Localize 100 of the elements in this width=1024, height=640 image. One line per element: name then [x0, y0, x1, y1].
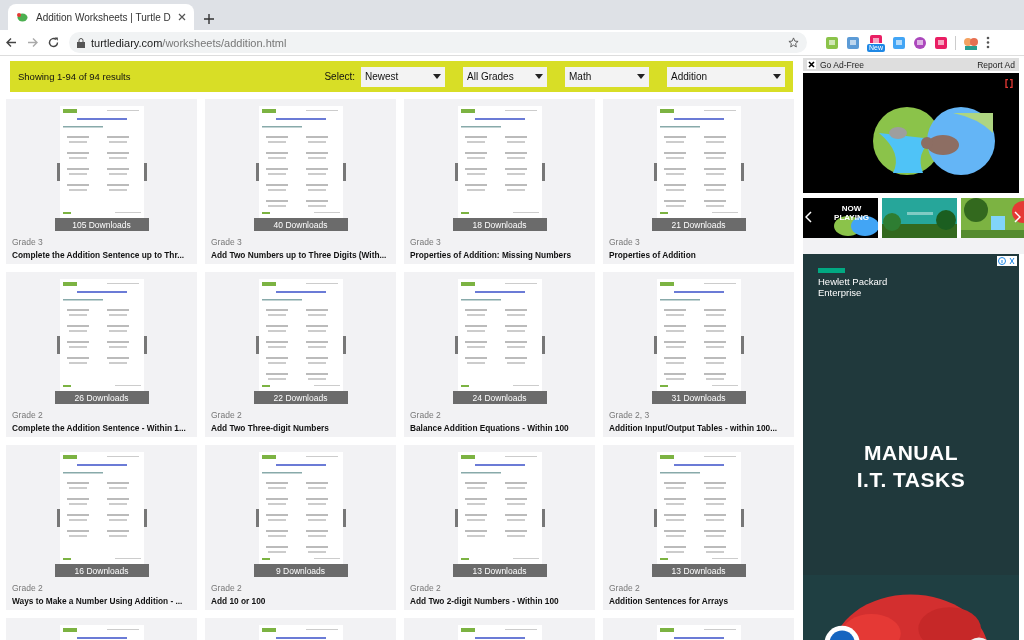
grade-label: Grade 2: [12, 583, 44, 593]
extension-icon[interactable]: [892, 35, 906, 50]
menu-icon[interactable]: [986, 36, 990, 49]
worksheet-thumbnail[interactable]: [653, 279, 744, 391]
new-tab-icon[interactable]: [204, 14, 214, 24]
grade-label: Grade 2: [410, 410, 442, 420]
grade-label: Grade 2, 3: [609, 410, 651, 420]
downloads-count: 105 Downloads: [54, 218, 149, 231]
worksheet-title[interactable]: Add 10 or 100: [211, 596, 390, 606]
worksheet-title[interactable]: Balance Addition Equations - Within 100: [410, 423, 589, 433]
worksheet-card[interactable]: 26 Downloads Grade 2 Complete the Addition Sentence - Within 1...: [6, 272, 197, 437]
worksheet-card[interactable]: 40 Downloads Grade 3 Add Two Numbers up to Three Digits (With...: [205, 99, 396, 264]
worksheet-card[interactable]: 21 Downloads Grade 3 Properties of Addition: [603, 99, 794, 264]
worksheet-title[interactable]: Properties of Addition: [609, 250, 788, 260]
grade-label: Grade 2: [609, 583, 641, 593]
worksheet-thumbnail[interactable]: [255, 279, 346, 391]
worksheet-title[interactable]: Properties of Addition: Missing Numbers: [410, 250, 589, 260]
close-icon[interactable]: [178, 13, 186, 21]
worksheet-card[interactable]: 105 Downloads Grade 3 Complete the Addition Sentence up to Thr...: [6, 99, 197, 264]
extension-icon[interactable]: [963, 35, 979, 50]
go-ad-free-link[interactable]: Go Ad-Free: [820, 59, 864, 70]
worksheet-thumbnail[interactable]: [56, 106, 147, 218]
worksheet-thumbnail[interactable]: [56, 452, 147, 564]
filter-dropdown[interactable]: All Grades: [463, 66, 547, 87]
extension-icon[interactable]: [846, 35, 860, 50]
brand-name: Enterprise: [818, 287, 863, 299]
grade-label: Grade 3: [211, 237, 243, 247]
caret-icon: [773, 74, 781, 79]
downloads-count: 13 Downloads: [452, 564, 547, 577]
tab-title: Addition Worksheets | Turtle D: [36, 11, 171, 23]
extension-icon[interactable]: [869, 33, 883, 43]
worksheet-card[interactable]: 31 Downloads Grade 2, 3 Addition Input/Output Tables - within 100...: [603, 272, 794, 437]
address-bar[interactable]: turtlediary.com/worksheets/addition.html: [69, 32, 807, 53]
caret-icon: [535, 74, 543, 79]
downloads-count: 21 Downloads: [651, 218, 746, 231]
ad-headline: I.T. TASKS: [855, 467, 967, 494]
extension-icon[interactable]: [913, 35, 927, 50]
worksheet-title[interactable]: Add Two Numbers up to Three Digits (With...: [211, 250, 390, 260]
downloads-count: 31 Downloads: [651, 391, 746, 404]
brand-name: Hewlett Packard: [818, 277, 889, 288]
select-label: Select:: [324, 71, 355, 82]
downloads-count: 18 Downloads: [452, 218, 547, 231]
results-count: Showing 1-94 of 94 results: [18, 71, 131, 82]
worksheet-thumbnail[interactable]: [255, 106, 346, 218]
worksheet-thumbnail[interactable]: [653, 106, 744, 218]
fullscreen-icon[interactable]: [1005, 79, 1013, 88]
info-icon[interactable]: [997, 256, 1017, 266]
worksheet-card[interactable]: 13 Downloads Grade 2 Add Two 2-digit Numbers - Within 100: [404, 445, 595, 610]
worksheet-card[interactable]: 24 Downloads Grade 2 Balance Addition Equations - Within 100: [404, 272, 595, 437]
caret-icon: [433, 74, 441, 79]
downloads-count: 9 Downloads: [253, 564, 348, 577]
worksheet-thumbnail[interactable]: [454, 106, 545, 218]
filter-dropdown[interactable]: Addition: [667, 66, 785, 87]
worksheet-card[interactable]: 18 Downloads Grade 3 Properties of Addition: Missing Numbers: [404, 99, 595, 264]
ad-headline: MANUAL: [863, 439, 959, 466]
downloads-count: 40 Downloads: [253, 218, 348, 231]
star-icon[interactable]: [788, 37, 799, 48]
downloads-count: 24 Downloads: [452, 391, 547, 404]
grade-label: Grade 2: [12, 410, 44, 420]
grade-label: Grade 3: [609, 237, 641, 247]
extension-icon[interactable]: [934, 35, 948, 50]
logo-bar-icon: [818, 268, 845, 273]
worksheet-card[interactable]: 16 Downloads Grade 2 Ways to Make a Number Using Addition - ...: [6, 445, 197, 610]
downloads-count: 16 Downloads: [54, 564, 149, 577]
worksheet-card[interactable]: 22 Downloads Grade 2 Add Two Three-digit Numbers: [205, 272, 396, 437]
worksheet-title[interactable]: Complete the Addition Sentence up to Thr...: [12, 250, 191, 260]
grade-label: Grade 2: [410, 583, 442, 593]
worksheet-title[interactable]: Add Two 2-digit Numbers - Within 100: [410, 596, 589, 606]
downloads-count: 26 Downloads: [54, 391, 149, 404]
forward-icon[interactable]: [27, 37, 38, 48]
worksheet-title[interactable]: Addition Input/Output Tables - within 100...: [609, 423, 788, 433]
filter-dropdown[interactable]: Math: [565, 66, 649, 87]
lock-icon: [77, 37, 85, 48]
worksheet-title[interactable]: Add Two Three-digit Numbers: [211, 423, 390, 433]
back-icon[interactable]: [6, 37, 17, 48]
worksheet-title[interactable]: Addition Sentences for Arrays: [609, 596, 788, 606]
worksheet-thumbnail[interactable]: [454, 452, 545, 564]
grade-label: Grade 3: [12, 237, 44, 247]
worksheet-thumbnail[interactable]: [56, 279, 147, 391]
url-text: turtlediary.com/worksheets/addition.html: [91, 36, 287, 49]
worksheet-card[interactable]: 13 Downloads Grade 2 Addition Sentences for Arrays: [603, 445, 794, 610]
worksheet-card[interactable]: 9 Downloads Grade 2 Add 10 or 100: [205, 445, 396, 610]
ad-banner[interactable]: Hewlett Packard Enterprise MANUAL I.T. TASKS: [803, 254, 1019, 640]
downloads-count: 13 Downloads: [651, 564, 746, 577]
worksheet-thumbnail[interactable]: [653, 452, 744, 564]
caret-icon: [637, 74, 645, 79]
report-ad-link[interactable]: Report Ad: [977, 59, 1015, 70]
reload-icon[interactable]: [48, 37, 59, 48]
browser-tab[interactable]: Addition Worksheets | Turtle D: [8, 4, 194, 30]
filter-dropdown[interactable]: Newest: [361, 66, 445, 87]
worksheet-title[interactable]: Complete the Addition Sentence - Within 1...: [12, 423, 191, 433]
grade-label: Grade 2: [211, 410, 243, 420]
extension-icon[interactable]: [825, 35, 839, 50]
worksheet-title[interactable]: Ways to Make a Number Using Addition - ...: [12, 596, 191, 606]
now-playing-label: NOW PLAYING: [833, 205, 870, 223]
grade-label: Grade 3: [410, 237, 442, 247]
grade-label: Grade 2: [211, 583, 243, 593]
close-icon[interactable]: [807, 60, 816, 69]
worksheet-thumbnail[interactable]: [255, 452, 346, 564]
worksheet-thumbnail[interactable]: [454, 279, 545, 391]
